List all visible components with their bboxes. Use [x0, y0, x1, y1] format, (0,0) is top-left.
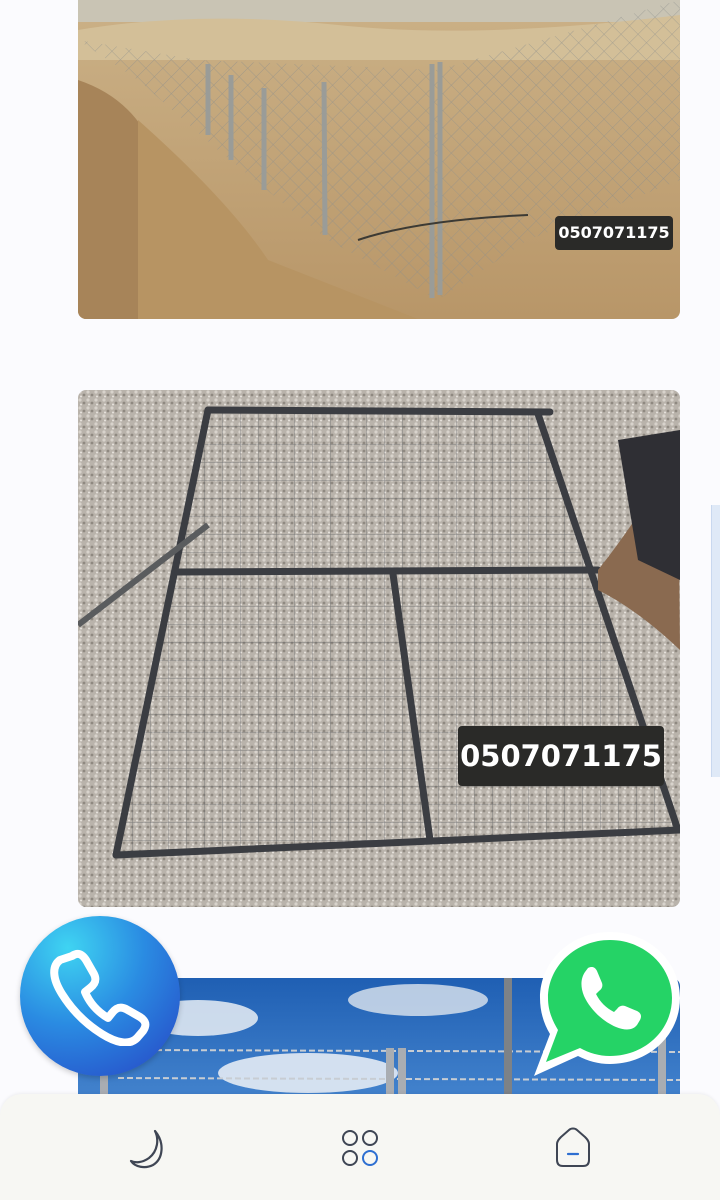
- nav-home[interactable]: [545, 1120, 601, 1176]
- whatsapp-icon: [534, 932, 680, 1076]
- gate-frame-image: [78, 390, 680, 907]
- phone-watermark: 0507071175: [458, 726, 664, 786]
- apps-grid-icon: [342, 1130, 378, 1166]
- home-icon: [556, 1127, 590, 1167]
- phone-icon: [50, 949, 150, 1046]
- scrollbar[interactable]: [711, 505, 720, 777]
- photo-desert-fence[interactable]: [78, 0, 680, 319]
- bottom-navigation: [0, 1094, 720, 1200]
- phone-watermark: 0507071175: [555, 216, 673, 250]
- nav-night-mode[interactable]: [120, 1120, 176, 1176]
- moon-icon: [129, 1129, 163, 1169]
- desert-fence-image: [78, 0, 680, 319]
- whatsapp-button[interactable]: [530, 930, 682, 1078]
- call-button[interactable]: [20, 916, 180, 1076]
- nav-apps[interactable]: [332, 1120, 388, 1176]
- photo-gate-frame[interactable]: [78, 390, 680, 907]
